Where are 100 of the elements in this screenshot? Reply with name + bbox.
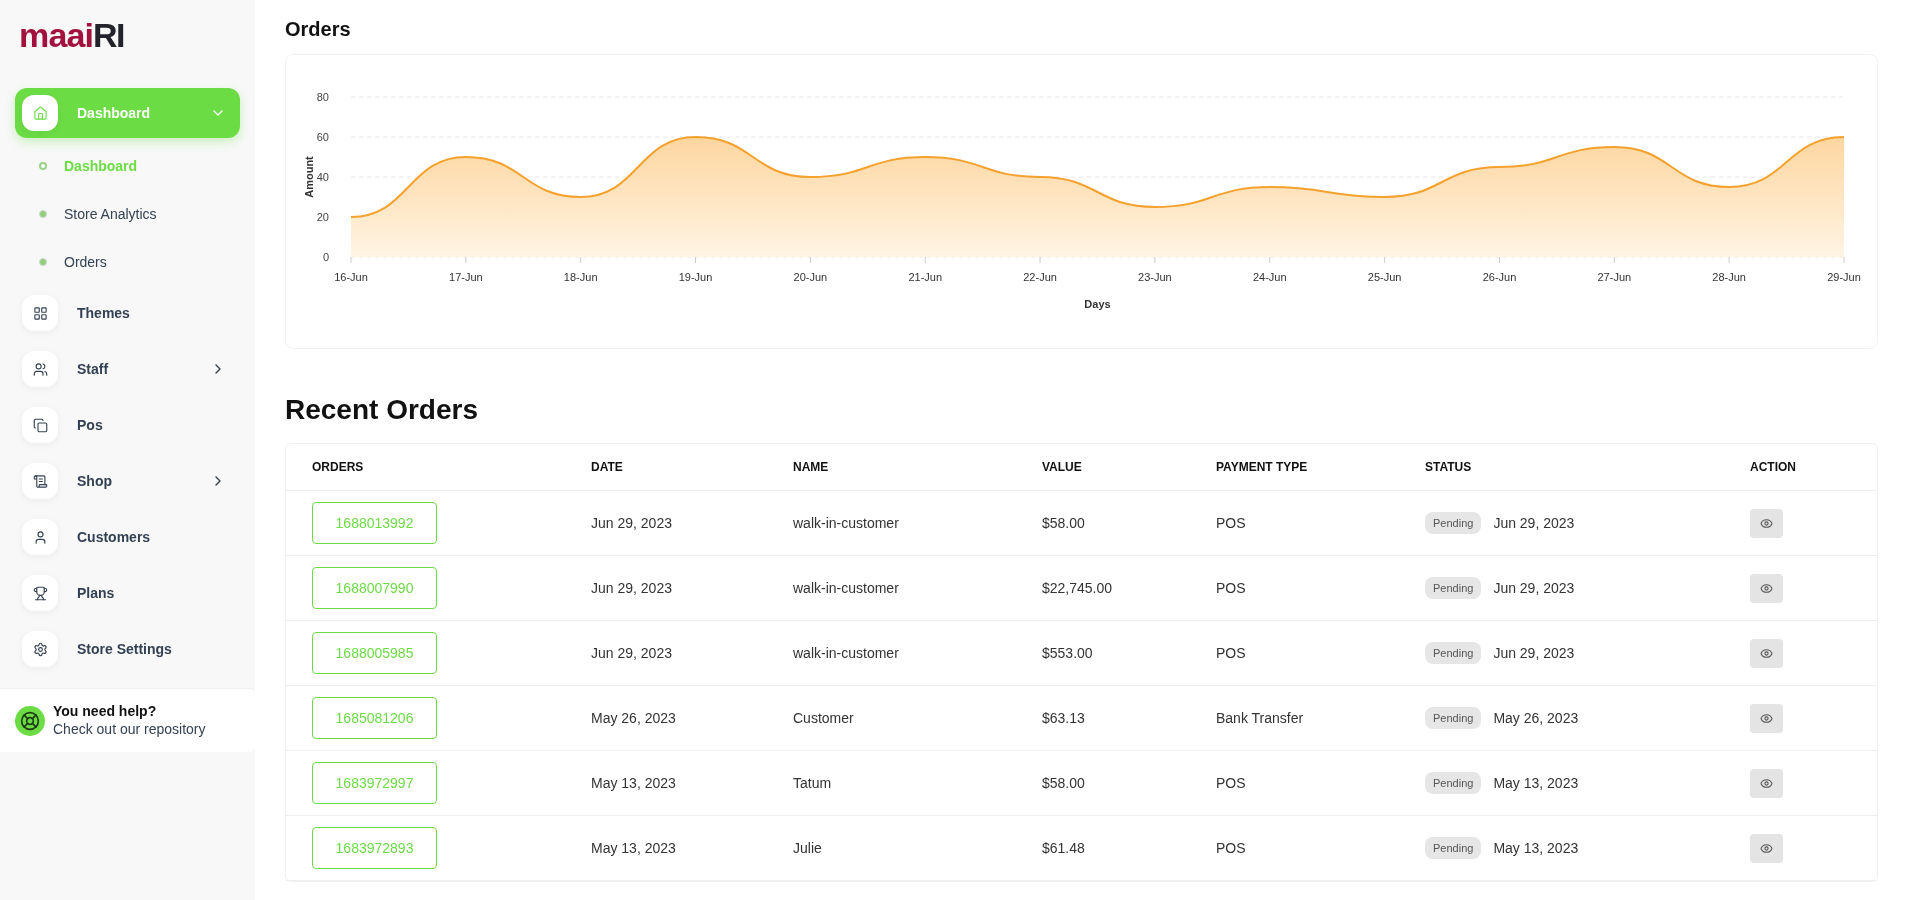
table-cell-text: $63.13 (1042, 708, 1086, 728)
user-icon (32, 529, 48, 545)
bullet-icon (39, 258, 47, 266)
table-cell-text: Bank Transfer (1216, 708, 1305, 728)
grid-icon (32, 305, 48, 321)
x-tick-label: 19-Jun (678, 271, 713, 283)
table-cell-text: May 13, 2023 (1493, 838, 1579, 858)
table-cell-text: Julie (793, 838, 823, 858)
chart-title: Orders (285, 17, 352, 42)
logo-mark: RI (93, 18, 124, 52)
sidebar-item[interactable]: Staff (15, 344, 240, 394)
eye-icon (1760, 581, 1773, 595)
table-cell-text: May 13, 2023 (591, 838, 677, 858)
view-button[interactable] (1750, 703, 1783, 733)
x-tick-label: 16-Jun (334, 271, 368, 283)
settings-icon (32, 641, 48, 657)
bullet-icon (39, 162, 47, 170)
eye-icon (1760, 776, 1773, 790)
x-tick-label: 21-Jun (908, 271, 943, 283)
status-badge: Pending (1425, 576, 1482, 600)
table-cell-text: $22,745.00 (1042, 578, 1114, 598)
x-tick-label: 23-Jun (1138, 271, 1172, 283)
view-button[interactable] (1750, 573, 1783, 603)
users-icon (32, 361, 48, 377)
view-button[interactable] (1750, 768, 1783, 798)
x-tick-label: 24-Jun (1252, 271, 1287, 283)
eye-icon (1760, 646, 1773, 660)
table-cell-text: May 26, 2023 (1493, 708, 1579, 728)
table-cell-text: Customer (793, 708, 855, 728)
sidebar-item[interactable]: Customers (15, 512, 240, 562)
table-cell-text: Jun 29, 2023 (591, 513, 673, 533)
table-cell-text: Jun 29, 2023 (591, 578, 673, 598)
x-tick-label: 17-Jun (449, 271, 483, 283)
column-header: VALUE (1042, 459, 1083, 476)
logo-text: maai (19, 18, 94, 52)
table-cell-text: walk-in-customer (793, 643, 900, 663)
submenu-item[interactable]: Store Analytics (0, 190, 255, 238)
column-header: ORDERS (312, 459, 365, 476)
table-cell-text: May 26, 2023 (591, 708, 677, 728)
status-badge: Pending (1425, 706, 1482, 730)
y-tick-label: 80 (316, 91, 329, 103)
table-cell-text: POS (1216, 643, 1247, 663)
table-cell-text: Jun 29, 2023 (1493, 643, 1575, 663)
column-header: NAME (793, 459, 830, 476)
column-header: STATUS (1425, 459, 1473, 476)
sidebar-item[interactable]: Store Settings (15, 624, 240, 674)
status-badge: Pending (1425, 836, 1482, 860)
sidebar-item[interactable]: Plans (15, 568, 240, 618)
eye-icon (1760, 841, 1773, 855)
y-tick-label: 40 (316, 171, 329, 183)
view-button[interactable] (1750, 833, 1783, 863)
receipt-icon (32, 473, 48, 489)
table-cell-text: POS (1216, 513, 1247, 533)
eye-icon (1760, 711, 1773, 725)
bullet-icon (39, 210, 47, 218)
x-tick-label: 28-Jun (1712, 271, 1746, 283)
help-title: You need help? (53, 703, 158, 721)
eye-icon (1760, 516, 1773, 530)
sidebar-item[interactable]: Themes (15, 288, 240, 338)
x-tick-label: 22-Jun (1023, 271, 1057, 283)
column-header: PAYMENT TYPE (1216, 459, 1309, 476)
table-cell-text: Jun 29, 2023 (1493, 578, 1575, 598)
column-header: DATE (591, 459, 624, 476)
y-tick-label: 60 (316, 131, 329, 143)
x-tick-label: 25-Jun (1367, 271, 1402, 283)
stacked-squares-icon (32, 417, 48, 433)
table-cell-text: Jun 29, 2023 (591, 643, 673, 663)
table-cell-text: $58.00 (1042, 773, 1086, 793)
x-tick-label: 18-Jun (563, 271, 598, 283)
home-icon (32, 105, 48, 121)
y-tick-label: 20 (316, 211, 329, 223)
view-button[interactable] (1750, 638, 1783, 668)
table-cell-text: $553.00 (1042, 643, 1094, 663)
x-tick-label: 26-Jun (1482, 271, 1517, 283)
view-button[interactable] (1750, 508, 1783, 538)
submenu-item[interactable]: Orders (0, 238, 255, 286)
table-cell-text: Jun 29, 2023 (1493, 513, 1575, 533)
x-tick-label: 29-Jun (1827, 271, 1861, 283)
sidebar-item[interactable]: Pos (15, 400, 240, 450)
trophy-icon (32, 585, 48, 601)
sidebar-item[interactable]: Shop (15, 456, 240, 506)
table-cell-text: $58.00 (1042, 513, 1086, 533)
table-cell-text: POS (1216, 773, 1247, 793)
y-axis-title: Amount (303, 156, 315, 198)
table-cell-text: POS (1216, 578, 1247, 598)
table-cell-text: walk-in-customer (793, 513, 900, 533)
x-axis-title: Days (1084, 298, 1111, 310)
table-cell-text: POS (1216, 838, 1247, 858)
table-cell-text: $61.48 (1042, 838, 1086, 858)
status-badge: Pending (1425, 511, 1482, 535)
table-cell-text: walk-in-customer (793, 578, 900, 598)
table-cell-text: May 13, 2023 (1493, 773, 1579, 793)
lifebuoy-icon (15, 705, 45, 736)
table-cell-text: Tatum (793, 773, 833, 793)
status-badge: Pending (1425, 641, 1482, 665)
help-link[interactable]: Check out our repository (53, 720, 206, 738)
x-tick-label: 27-Jun (1597, 271, 1632, 283)
y-tick-label: 0 (322, 251, 329, 263)
x-tick-label: 20-Jun (793, 271, 828, 283)
section-title: Recent Orders (285, 393, 479, 427)
